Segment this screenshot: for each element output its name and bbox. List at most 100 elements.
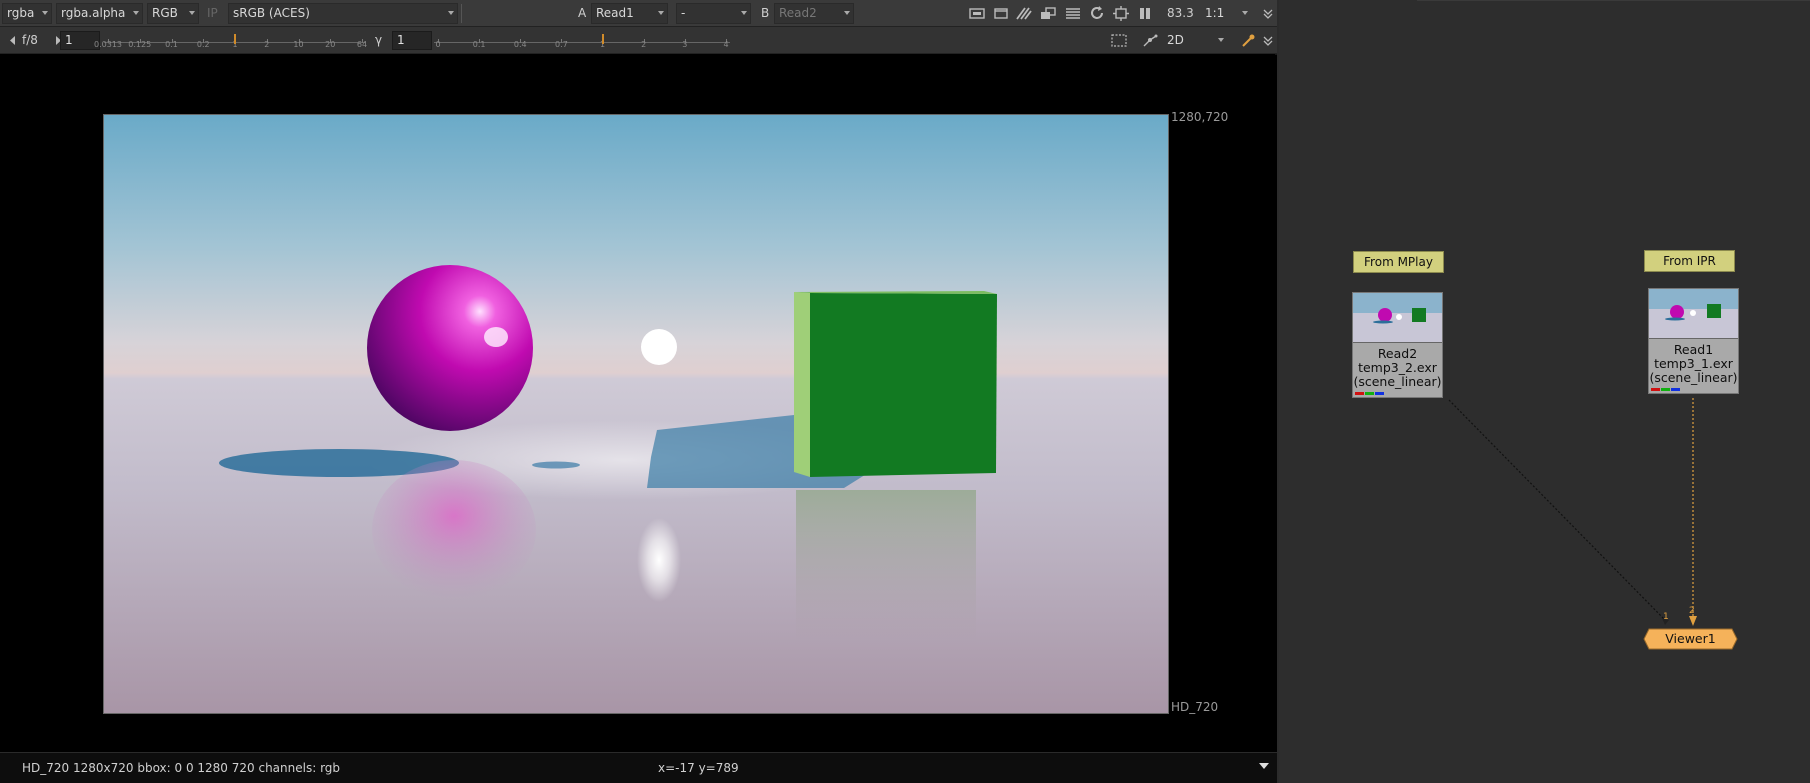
rendered-image: [103, 114, 1169, 714]
display-channel-value: RGB: [152, 6, 178, 20]
slider-tick-label: 0.125: [128, 40, 152, 49]
slider-tick-label: 20: [325, 40, 336, 49]
slider-tick-label: 4: [723, 40, 729, 49]
display-channel-dropdown[interactable]: RGB: [147, 3, 199, 24]
proxy-dropdown[interactable]: 1:1: [1200, 3, 1252, 24]
previous-stop-icon[interactable]: [3, 32, 15, 49]
slider-tick-label: 0.2: [196, 40, 210, 49]
arrow-head-icon: [1689, 616, 1697, 626]
channels-dropdown[interactable]: rgba: [2, 3, 52, 24]
scene-image: [104, 115, 1168, 713]
format-name-label: HD_720: [1171, 700, 1219, 714]
gamma-input[interactable]: 1: [392, 31, 432, 50]
node-thumbnail: [1353, 293, 1442, 343]
read2-node[interactable]: Read2 temp3_2.exr (scene_linear): [1352, 292, 1443, 398]
slider-tick-label: 0.1: [472, 40, 486, 49]
gamma-slider[interactable]: 0 0.1 0.4 0.7 1 2 3 4: [434, 31, 730, 50]
input-a-value: Read1: [596, 6, 634, 20]
view-mode-dropdown[interactable]: 2D: [1162, 30, 1228, 51]
slider-tick-label: 0.4: [513, 40, 527, 49]
viewer-input-2-label: 2: [1689, 606, 1695, 616]
slider-tick-label: 0.0313: [94, 40, 122, 49]
view-mode-value: 2D: [1167, 33, 1184, 47]
refresh-icon[interactable]: [1088, 5, 1106, 22]
input-a-label: A: [578, 6, 587, 20]
expand-toolbar-icon[interactable]: [1259, 32, 1273, 49]
wipe-mode-value: -: [681, 6, 686, 20]
chevron-down-icon: [658, 11, 664, 15]
status-menu-icon[interactable]: [1259, 763, 1269, 769]
fstop-label[interactable]: f/8: [22, 33, 38, 47]
alpha-channel-value: rgba.alpha: [61, 6, 126, 20]
clipping-warning-icon[interactable]: [1015, 5, 1033, 22]
backdrop-from-ipr[interactable]: From IPR: [1644, 250, 1735, 272]
slider-tick-label: 3: [682, 40, 688, 49]
proxy-value: 1:1: [1205, 6, 1225, 20]
scanlines-icon[interactable]: [1064, 5, 1082, 22]
channels-value: rgba: [7, 6, 35, 20]
input-a-dropdown[interactable]: Read1: [591, 3, 668, 24]
slider-tick-label: 0.7: [555, 40, 568, 49]
zoom-value[interactable]: 83.3: [1167, 6, 1194, 20]
viewer-status-bar: HD_720 1280x720 bbox: 0 0 1280 720 chann…: [0, 752, 1277, 783]
node-colorspace: (scene_linear): [1353, 374, 1442, 389]
input-b-value: Read2: [779, 6, 817, 20]
viewer-node-label: Viewer1: [1665, 631, 1716, 646]
slider-tick-label: 2: [641, 40, 647, 49]
wipe-mode-dropdown[interactable]: -: [676, 3, 751, 24]
node-label: Read1 temp3_1.exr (scene_linear): [1649, 339, 1738, 385]
gain-slider[interactable]: 0.0313 0.125 0.1 0.2 1 2 10 20 64: [94, 31, 368, 50]
viewer-canvas[interactable]: 1280,720 HD_720: [0, 55, 1277, 752]
next-stop-icon[interactable]: [50, 32, 61, 49]
slider-tick-label: 64: [356, 40, 368, 49]
node-file: temp3_2.exr: [1358, 360, 1437, 375]
color-picker-icon[interactable]: [1239, 32, 1257, 49]
chevron-down-icon: [1242, 11, 1248, 15]
node-label: Read2 temp3_2.exr (scene_linear): [1353, 343, 1442, 389]
alpha-channel-dropdown[interactable]: rgba.alpha: [56, 3, 143, 24]
pause-icon[interactable]: [1136, 5, 1154, 22]
chevron-down-icon: [844, 11, 850, 15]
chevron-down-icon: [133, 11, 139, 15]
viewer-input-1-label: 1: [1663, 612, 1669, 622]
gpu-render-icon[interactable]: [1112, 5, 1130, 22]
transform-handle-icon[interactable]: [1141, 32, 1159, 49]
channel-indicator: [1649, 385, 1738, 393]
gamma-label: γ: [375, 33, 383, 47]
chevron-down-icon: [42, 11, 48, 15]
node-colorspace: (scene_linear): [1649, 370, 1738, 385]
format-size-label: 1280,720: [1171, 110, 1229, 124]
input-b-dropdown[interactable]: Read2: [774, 3, 854, 24]
roi-icon[interactable]: [968, 5, 986, 22]
slider-tick-label: 0.1: [165, 40, 178, 49]
slider-handle[interactable]: [234, 34, 236, 44]
chevron-down-icon: [741, 11, 747, 15]
slider-handle[interactable]: [601, 34, 604, 44]
input-b-label: B: [761, 6, 770, 20]
node-file: temp3_1.exr: [1654, 356, 1733, 371]
slider-tick-label: 0: [435, 40, 441, 49]
slider-tick-label: 10: [293, 40, 304, 49]
pipe-read2-viewer: [1448, 399, 1666, 621]
colorspace-dropdown[interactable]: sRGB (ACES): [228, 3, 458, 24]
chevron-down-icon: [189, 11, 195, 15]
divider: [461, 4, 462, 23]
cursor-coords: x=-17 y=789: [658, 761, 739, 775]
region-select-icon[interactable]: [1110, 32, 1128, 49]
image-info: HD_720 1280x720 bbox: 0 0 1280 720 chann…: [22, 761, 341, 775]
channel-indicator: [1353, 389, 1442, 397]
viewer-panel: rgba rgba.alpha RGB IP sRGB (ACES) A Rea…: [0, 0, 1277, 783]
ip-toggle[interactable]: IP: [207, 6, 218, 20]
node-name: Read2: [1377, 346, 1418, 361]
viewer1-node[interactable]: Viewer1: [1643, 628, 1738, 650]
chevron-down-icon: [448, 11, 454, 15]
expand-toolbar-icon[interactable]: [1259, 5, 1273, 22]
overlay-icon[interactable]: [1039, 5, 1057, 22]
backdrop-from-mplay[interactable]: From MPlay: [1353, 251, 1444, 273]
read1-node[interactable]: Read1 temp3_1.exr (scene_linear): [1648, 288, 1739, 394]
slider-tick-label: 2: [264, 40, 270, 49]
viewer-toolbar-bottom: f/8 1 0.0313 0.125 0.1 0.2 1 2 10 20 64 γ 1 0 0.1…: [0, 27, 1277, 54]
frame-icon[interactable]: [992, 5, 1010, 22]
viewer-toolbar-top: rgba rgba.alpha RGB IP sRGB (ACES) A Rea…: [0, 0, 1277, 27]
colorspace-value: sRGB (ACES): [233, 6, 310, 20]
